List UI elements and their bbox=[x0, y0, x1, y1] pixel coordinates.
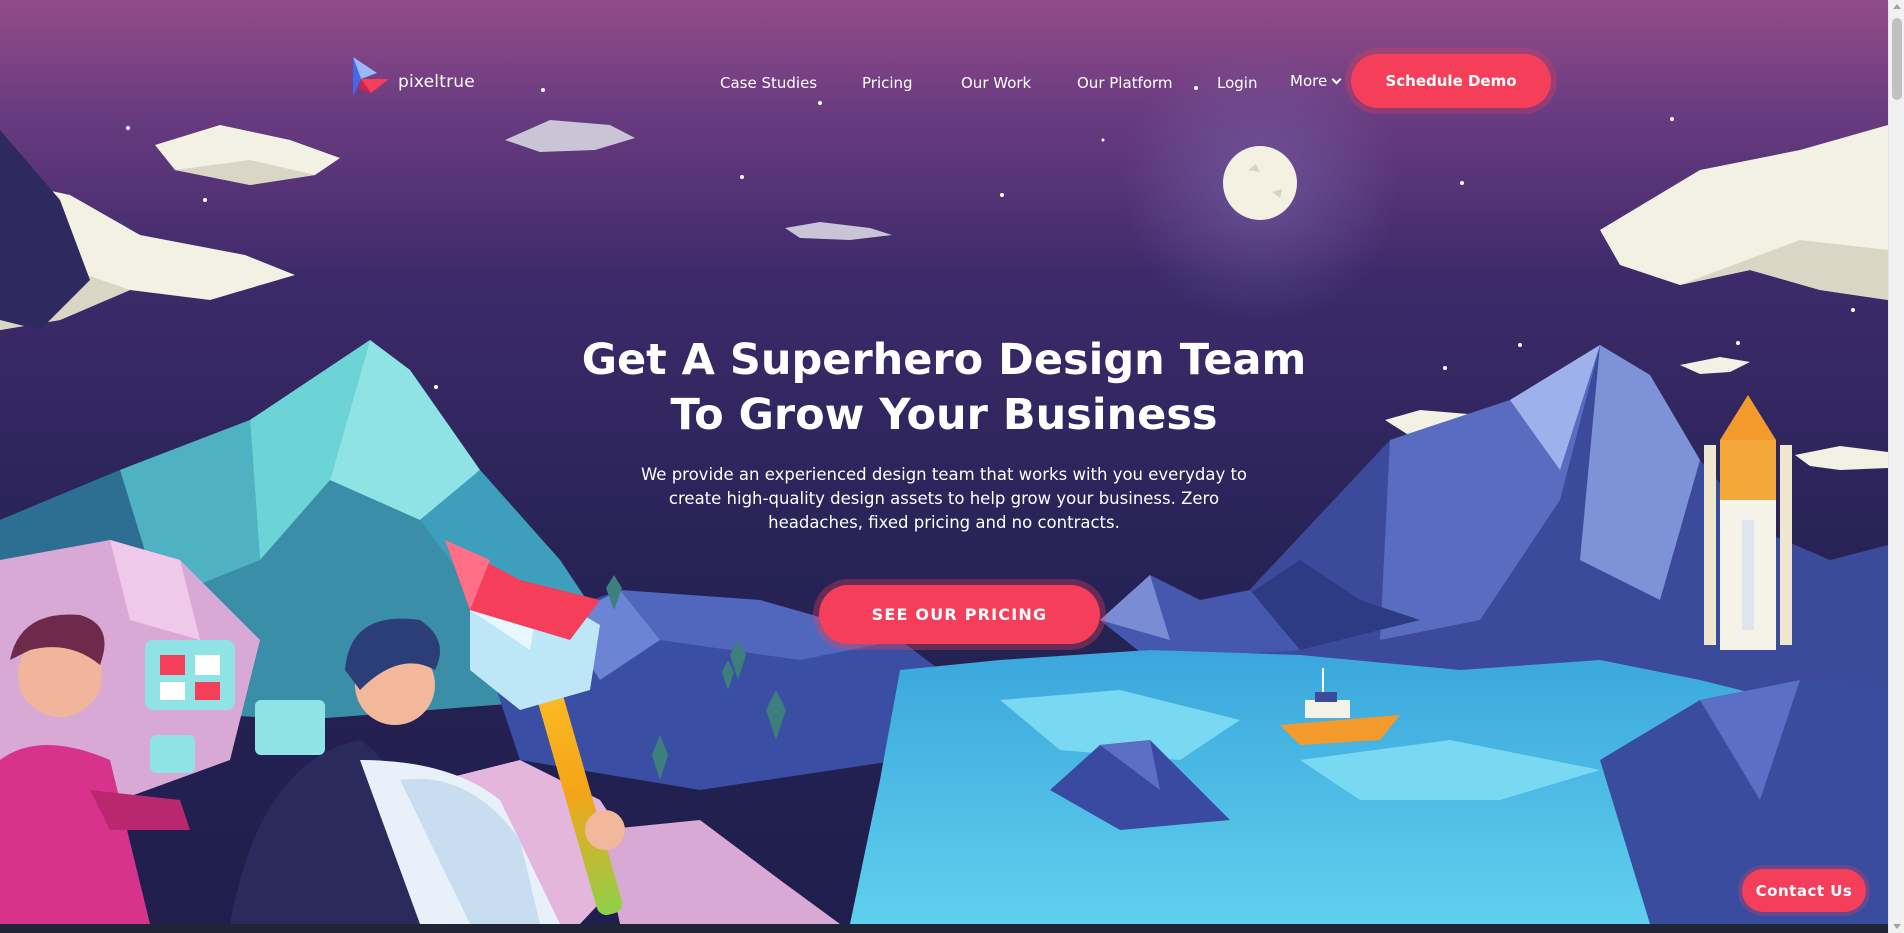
nav-links: Case Studies Pricing Our Work Our Platfo… bbox=[0, 72, 1888, 98]
viewport: pixeltrue Case Studies Pricing Our Work … bbox=[0, 0, 1888, 924]
nav-more-dropdown[interactable]: More bbox=[1290, 72, 1342, 90]
contact-us-button[interactable]: Contact Us bbox=[1742, 869, 1866, 912]
vertical-scrollbar[interactable] bbox=[1888, 0, 1904, 933]
see-our-pricing-button[interactable]: SEE OUR PRICING bbox=[819, 585, 1100, 644]
navbar: pixeltrue Case Studies Pricing Our Work … bbox=[0, 0, 1888, 160]
nav-link-our-work[interactable]: Our Work bbox=[961, 74, 1031, 92]
hero-title-line-1: Get A Superhero Design Team bbox=[581, 335, 1307, 385]
nav-link-login[interactable]: Login bbox=[1217, 74, 1257, 92]
hero-title: Get A Superhero Design Team To Grow Your… bbox=[540, 333, 1348, 443]
chevron-down-icon bbox=[1331, 74, 1342, 85]
nav-more-label: More bbox=[1290, 72, 1328, 90]
schedule-demo-button[interactable]: Schedule Demo bbox=[1351, 54, 1551, 108]
scrollbar-thumb[interactable] bbox=[1892, 18, 1902, 100]
lake bbox=[850, 650, 1888, 924]
nav-link-our-platform[interactable]: Our Platform bbox=[1077, 74, 1173, 92]
hero-title-line-2: To Grow Your Business bbox=[670, 390, 1218, 440]
scroll-down-arrow-icon[interactable] bbox=[1893, 924, 1901, 929]
horizontal-scrollbar-area bbox=[0, 924, 1888, 933]
scroll-up-arrow-icon[interactable] bbox=[1893, 4, 1901, 9]
nav-link-pricing[interactable]: Pricing bbox=[862, 74, 913, 92]
hero-subtitle: We provide an experienced design team th… bbox=[640, 465, 1248, 532]
nav-link-case-studies[interactable]: Case Studies bbox=[720, 74, 817, 92]
page: pixeltrue Case Studies Pricing Our Work … bbox=[0, 0, 1904, 933]
